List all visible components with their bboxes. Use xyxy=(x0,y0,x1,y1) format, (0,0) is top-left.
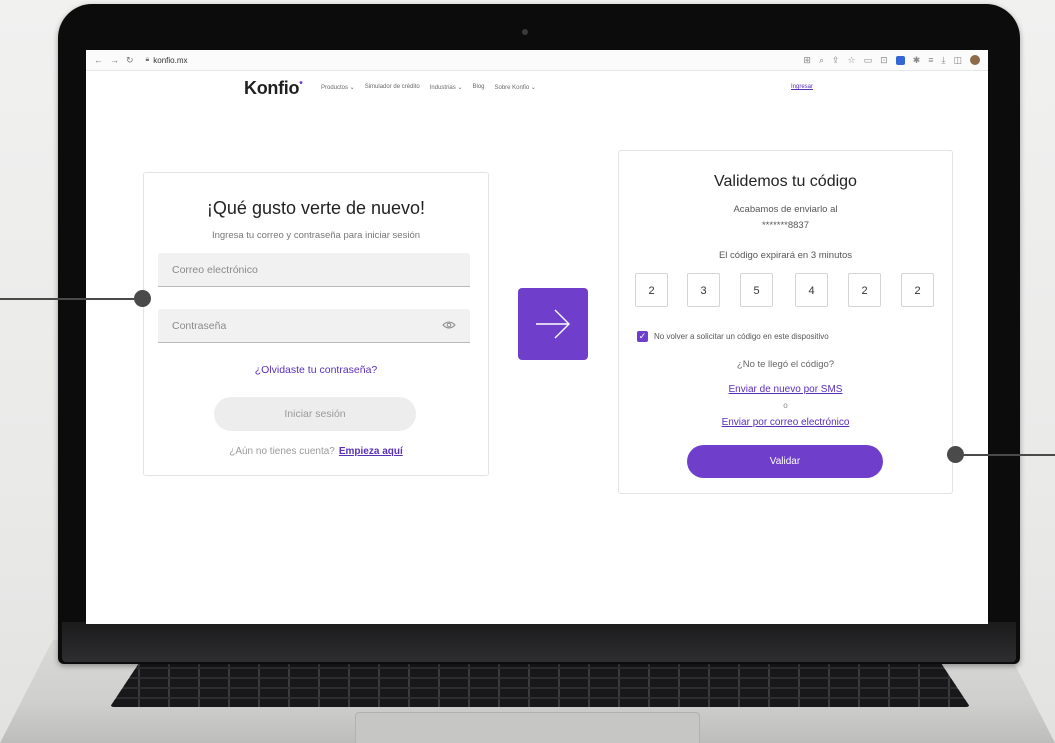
share-icon[interactable]: ⇪ xyxy=(832,55,840,66)
reading-list-icon[interactable]: ≡ xyxy=(928,55,933,65)
callout-line-right xyxy=(956,454,1055,456)
konfio-logo[interactable]: Konfio• xyxy=(244,78,303,99)
lock-icon: 🔒︎ xyxy=(145,56,150,63)
address-bar[interactable]: konfio.mx xyxy=(153,56,187,65)
validate-card: Validemos tu código Acabamos de enviarlo… xyxy=(618,150,953,494)
forgot-password-link[interactable]: ¿Olvidaste tu contraseña? xyxy=(144,364,488,376)
sent-text: Acabamos de enviarlo al xyxy=(733,204,838,215)
resend-email-link[interactable]: Enviar por correo electrónico xyxy=(619,417,952,428)
menu-item-simulador[interactable]: Simulador de crédito xyxy=(365,84,420,91)
no-code-text: ¿No te llegó el código? xyxy=(736,359,835,370)
callout-line-left xyxy=(0,298,142,300)
reload-icon[interactable]: ↻ xyxy=(126,55,134,66)
menu-item-productos[interactable]: Productos ⌄ xyxy=(321,84,355,91)
profile-avatar[interactable] xyxy=(970,55,980,65)
callout-dot-right xyxy=(947,446,964,463)
extension-icon-2[interactable]: ⊡ xyxy=(880,55,888,66)
translate-icon[interactable]: ⊞ xyxy=(803,55,811,66)
code-digit-1[interactable]: 2 xyxy=(635,273,668,307)
expire-text: El código expirará en 3 minutos xyxy=(718,250,853,261)
login-button[interactable]: Iniciar sesión xyxy=(214,397,416,431)
browser-nav: ← → ↻ xyxy=(94,55,134,66)
arrow-right-icon xyxy=(518,288,588,360)
ingresar-link[interactable]: Ingresar xyxy=(791,84,813,90)
site-menu: Productos ⌄ Simulador de crédito Industr… xyxy=(321,84,536,91)
remember-device-checkbox[interactable]: ✓ xyxy=(637,331,648,342)
remember-device-label: No volver a solicitar un código en este … xyxy=(654,332,829,341)
menu-item-blog[interactable]: Blog xyxy=(472,84,484,91)
camera-icon xyxy=(522,29,528,35)
or-separator: o xyxy=(783,401,788,410)
laptop-hinge xyxy=(62,622,1016,662)
code-digit-4[interactable]: 4 xyxy=(795,273,828,307)
validate-title: Validemos tu código xyxy=(714,173,857,190)
download-icon[interactable]: ⤓ xyxy=(942,55,946,66)
resend-sms-link[interactable]: Enviar de nuevo por SMS xyxy=(619,384,952,395)
browser-toolbar: ← → ↻ 🔒︎ konfio.mx ⊞ ⌕ ⇪ ☆ ▭ ⊡ ✱ ≡ ⤓ ◫ xyxy=(86,50,988,71)
email-field[interactable]: Correo electrónico xyxy=(158,253,470,287)
signup-link[interactable]: Empieza aquí xyxy=(339,446,403,457)
site-header: Konfio• Productos ⌄ Simulador de crédito… xyxy=(86,71,988,103)
puzzle-icon[interactable]: ✱ xyxy=(913,55,921,66)
menu-item-industrias[interactable]: Industrias ⌄ xyxy=(430,84,463,91)
code-digit-6[interactable]: 2 xyxy=(901,273,934,307)
login-title: ¡Qué gusto verte de nuevo! xyxy=(206,198,426,218)
extension-blue-icon[interactable] xyxy=(895,55,905,65)
password-placeholder: Contraseña xyxy=(172,320,227,332)
no-account-text: ¿Aún no tienes cuenta? xyxy=(229,446,335,457)
back-icon[interactable]: ← xyxy=(94,55,103,66)
menu-item-sobre-konfio[interactable]: Sobre Konfio ⌄ xyxy=(494,84,535,91)
sidebar-icon[interactable]: ◫ xyxy=(953,55,962,66)
extension-icon[interactable]: ▭ xyxy=(864,55,873,66)
login-subtitle: Ingresa tu correo y contraseña para inic… xyxy=(211,230,421,241)
validate-button[interactable]: Validar xyxy=(687,445,883,478)
bookmark-star-icon[interactable]: ☆ xyxy=(848,55,856,66)
zoom-icon[interactable]: ⌕ xyxy=(819,55,824,66)
email-placeholder: Correo electrónico xyxy=(172,264,258,276)
code-digit-3[interactable]: 5 xyxy=(740,273,773,307)
code-digit-2[interactable]: 3 xyxy=(687,273,720,307)
browser-extensions: ⊞ ⌕ ⇪ ☆ ▭ ⊡ ✱ ≡ ⤓ ◫ xyxy=(803,55,980,66)
forward-icon[interactable]: → xyxy=(110,55,119,66)
masked-phone: *******8837 xyxy=(761,220,809,231)
remember-device-row: ✓ No volver a solicitar un código en est… xyxy=(637,331,829,342)
laptop-trackpad xyxy=(355,712,700,743)
login-card: ¡Qué gusto verte de nuevo! Ingresa tu co… xyxy=(143,172,489,476)
code-digit-5[interactable]: 2 xyxy=(848,273,881,307)
signup-prompt: ¿Aún no tienes cuenta? Empieza aquí xyxy=(144,446,488,457)
laptop-screen: ← → ↻ 🔒︎ konfio.mx ⊞ ⌕ ⇪ ☆ ▭ ⊡ ✱ ≡ ⤓ ◫ K… xyxy=(86,50,988,624)
password-field[interactable]: Contraseña xyxy=(158,309,470,343)
eye-icon[interactable] xyxy=(442,320,456,330)
callout-dot-left xyxy=(134,290,151,307)
